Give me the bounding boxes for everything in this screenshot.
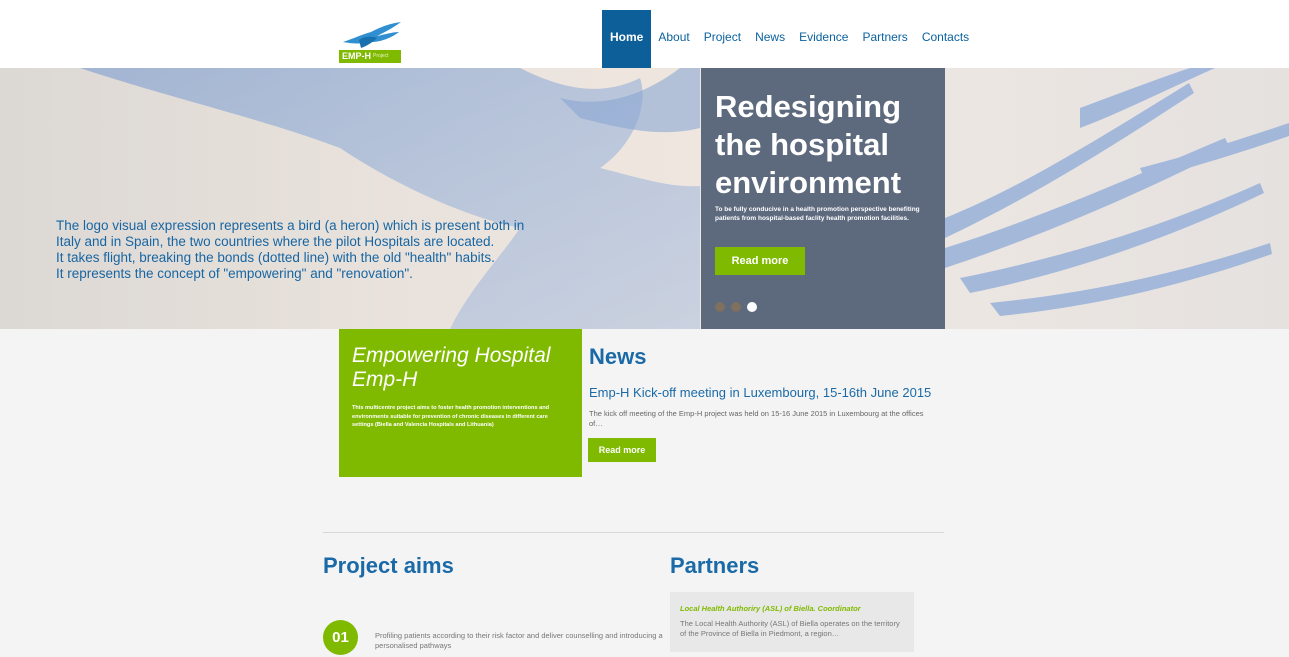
hero-caption-panel: Redesigning the hospital environment To … (701, 68, 945, 329)
nav-contacts[interactable]: Contacts (915, 10, 976, 68)
nav-about[interactable]: About (651, 10, 696, 68)
partner-description: The Local Health Authority (ASL) of Biel… (680, 619, 900, 638)
hero-description: The logo visual expression represents a … (56, 218, 576, 282)
hero-slider: The logo visual expression represents a … (0, 68, 1289, 329)
partner-card[interactable]: Local Health Authoriry (ASL) of Biella. … (670, 592, 914, 652)
news-heading: News (589, 344, 647, 369)
intro-description: This multicentre project aims to foster … (352, 405, 550, 428)
aims-heading: Project aims (323, 553, 454, 578)
intro-box: Empowering Hospital Emp-H This multicent… (339, 329, 582, 477)
hero-line: It takes flight, breaking the bonds (dot… (56, 250, 495, 265)
hero-title: Redesigning the hospital environment (715, 89, 902, 200)
hero-line: It represents the concept of "empowering… (56, 266, 413, 281)
hero-subtitle: To be fully conducive in a health promot… (715, 206, 920, 222)
nav-partners[interactable]: Partners (855, 10, 914, 68)
intro-title: Empowering Hospital Emp-H (352, 344, 551, 391)
news-read-more-button[interactable]: Read more (588, 438, 656, 462)
partners-heading: Partners (670, 553, 760, 578)
slider-dot-3[interactable] (747, 302, 757, 312)
nav-project[interactable]: Project (697, 10, 748, 68)
slider-pagination (715, 302, 757, 312)
slider-dot-2[interactable] (731, 302, 741, 312)
aim-number-badge: 01 (323, 620, 358, 655)
hero-line: The logo visual expression represents a … (56, 218, 525, 233)
hero-read-more-button[interactable]: Read more (715, 247, 805, 275)
slider-dot-1[interactable] (715, 302, 725, 312)
news-excerpt: The kick off meeting of the Emp-H projec… (589, 409, 924, 428)
nav-evidence[interactable]: Evidence (792, 10, 855, 68)
logo-bar: EMP-H Project (339, 50, 401, 63)
hero-line: Italy and in Spain, the two countries wh… (56, 234, 495, 249)
nav-news[interactable]: News (748, 10, 792, 68)
partner-name[interactable]: Local Health Authoriry (ASL) of Biella. … (680, 604, 861, 613)
main-nav: Home About Project News Evidence Partner… (602, 10, 976, 68)
site-header: EMP-H Project Home About Project News Ev… (0, 0, 1289, 68)
heron-icon (343, 22, 401, 48)
logo-subtext: Project (373, 53, 389, 59)
section-divider (323, 532, 944, 533)
news-title-link[interactable]: Emp-H Kick-off meeting in Luxembourg, 15… (589, 385, 931, 400)
aim-text: Profiling patients according to their ri… (375, 631, 663, 650)
heron-wing-background-image (80, 68, 1289, 329)
logo-text: EMP-H (342, 51, 371, 61)
site-logo[interactable]: EMP-H Project (339, 20, 403, 63)
nav-home[interactable]: Home (602, 10, 652, 68)
